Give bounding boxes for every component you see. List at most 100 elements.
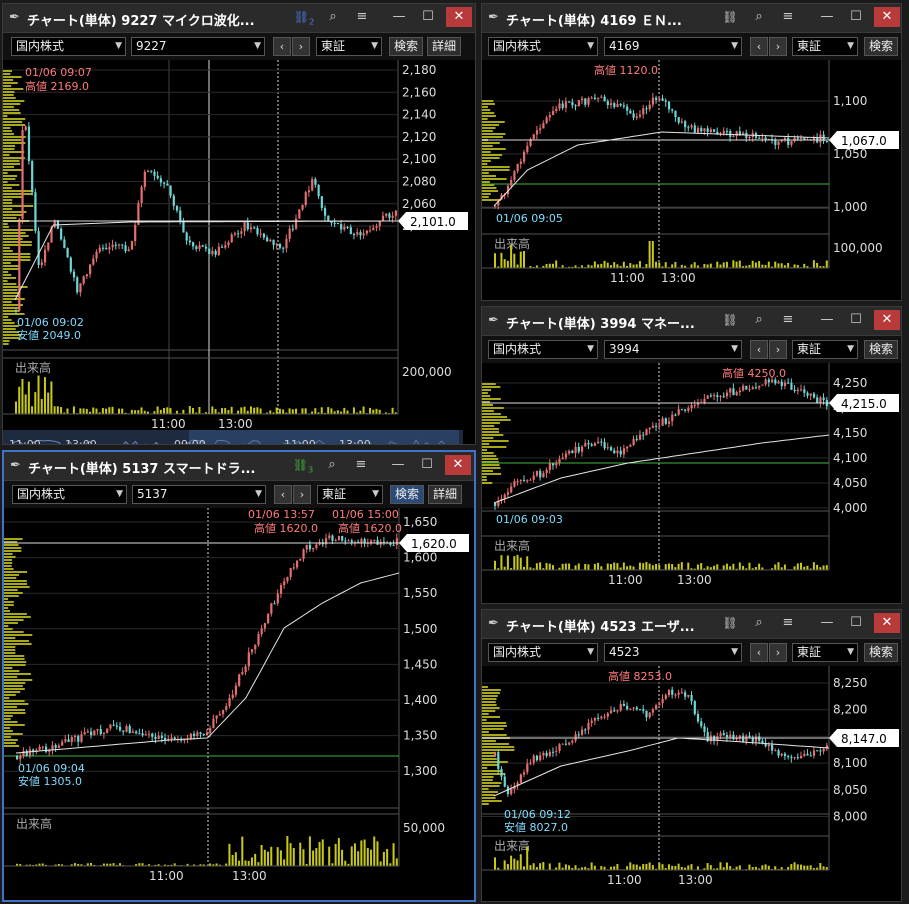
exchange-select[interactable]: 東証 ▼ [316, 37, 382, 56]
pin-icon[interactable]: ✒ [488, 616, 499, 631]
volume-profile-bar [482, 761, 508, 763]
search-button[interactable]: 検索 [389, 37, 423, 56]
detail-button[interactable]: 詳細 [427, 37, 461, 56]
search-icon[interactable]: ⌕ [747, 613, 771, 633]
close-icon[interactable]: ✕ [874, 310, 900, 330]
minimize-icon[interactable]: — [815, 310, 839, 330]
minimize-icon[interactable]: — [386, 455, 410, 475]
search-icon[interactable]: ⌕ [747, 310, 771, 330]
code-input[interactable]: 4169 ▼ [604, 37, 742, 56]
volume-bar [357, 851, 360, 866]
pin-icon[interactable]: ✒ [488, 313, 499, 328]
prev-button[interactable]: ‹ [273, 37, 291, 56]
menu-icon[interactable]: ≡ [776, 310, 800, 330]
moving-average-line [493, 737, 830, 797]
market-select[interactable]: 国内株式 ▼ [488, 643, 598, 662]
maximize-icon[interactable]: ☐ [416, 7, 440, 27]
candle-body [606, 447, 609, 449]
maximize-icon[interactable]: ☐ [415, 455, 439, 475]
pin-icon[interactable]: ✒ [488, 10, 499, 25]
maximize-icon[interactable]: ☐ [844, 310, 868, 330]
minimize-icon[interactable]: — [387, 7, 411, 27]
link-icon[interactable]: ⛓ [718, 310, 742, 330]
volume-bar [667, 864, 670, 870]
market-select[interactable]: 国内株式 ▼ [11, 37, 126, 56]
search-button[interactable]: 検索 [390, 485, 424, 504]
prev-button[interactable]: ‹ [750, 643, 768, 662]
next-button[interactable]: › [293, 485, 311, 504]
next-button[interactable]: › [769, 643, 787, 662]
link-icon[interactable]: ⛓2 [292, 7, 316, 27]
candle-body [34, 192, 37, 232]
code-input[interactable]: 5137 ▼ [132, 485, 266, 504]
pin-icon[interactable]: ✒ [9, 10, 20, 25]
menu-icon[interactable]: ≡ [350, 7, 374, 27]
code-input[interactable]: 4523 ▼ [604, 643, 742, 662]
exchange-select[interactable]: 東証 ▼ [792, 340, 858, 359]
price-chart[interactable]: 1,650 1,600 1,550 1,500 1,450 1,400 1,350 1,300… [4, 508, 474, 900]
candle-body [603, 96, 606, 102]
prev-button[interactable]: ‹ [750, 340, 768, 359]
candle-body [626, 705, 629, 710]
search-icon[interactable]: ⌕ [747, 7, 771, 27]
prev-button[interactable]: ‹ [750, 37, 768, 56]
detail-button[interactable]: 詳細 [428, 485, 462, 504]
prev-button[interactable]: ‹ [274, 485, 292, 504]
market-select[interactable]: 国内株式 ▼ [488, 340, 598, 359]
exchange-select[interactable]: 東証 ▼ [317, 485, 383, 504]
close-icon[interactable]: ✕ [445, 455, 471, 475]
pin-icon[interactable]: ✒ [10, 458, 21, 473]
menu-icon[interactable]: ≡ [349, 455, 373, 475]
candle-body [700, 721, 703, 727]
next-button[interactable]: › [769, 340, 787, 359]
market-select[interactable]: 国内株式 ▼ [488, 37, 598, 56]
close-icon[interactable]: ✕ [874, 613, 900, 633]
candle-body [816, 397, 819, 404]
price-chart[interactable]: 2,1802,1602,1402,1202,1002,0802,0602,040… [3, 60, 473, 444]
price-chart[interactable]: 4,2504,2004,1504,1004,0504,0004,215.0高値 … [482, 363, 901, 603]
menu-icon[interactable]: ≡ [776, 7, 800, 27]
title-bar[interactable]: ✒ チャート(単体) 9227 マイクロ波化... ⛓2 ⌕ ≡ — ☐ ✕ [3, 4, 475, 33]
volume-profile-bar [4, 571, 28, 573]
title-bar[interactable]: ✒ チャート(単体) 4523 エーザ... ⛓ ⌕ ≡ — ☐ ✕ [482, 610, 901, 639]
volume-bar [713, 565, 716, 570]
maximize-icon[interactable]: ☐ [844, 613, 868, 633]
exchange-select[interactable]: 東証 ▼ [792, 37, 858, 56]
next-button[interactable]: › [292, 37, 310, 56]
minimize-icon[interactable]: — [815, 7, 839, 27]
candle-body [774, 139, 777, 145]
maximize-icon[interactable]: ☐ [844, 7, 868, 27]
link-icon[interactable]: ⛓ [718, 7, 742, 27]
search-button[interactable]: 検索 [864, 37, 898, 56]
search-button[interactable]: 検索 [864, 643, 898, 662]
title-bar[interactable]: ✒ チャート(単体) 5137 スマートドラ... ⛓3 ⌕ ≡ — ☐ ✕ [4, 452, 474, 481]
price-chart[interactable]: 8,2508,2008,1508,1008,0508,0008,147.0高値 … [482, 666, 901, 901]
volume-bar [37, 375, 40, 414]
price-chart[interactable]: 1,100 1,050 1,000 1,067.0 高値 1120.0 01/06 09:… [482, 60, 901, 300]
market-select[interactable]: 国内株式 ▼ [12, 485, 127, 504]
link-icon[interactable]: ⛓3 [291, 455, 315, 475]
chart-window-3994: ✒ チャート(単体) 3994 マネー... ⛓ ⌕ ≡ — ☐ ✕ 国内株式 ▼… [481, 306, 902, 604]
code-input[interactable]: 3994 ▼ [604, 340, 742, 359]
search-icon[interactable]: ⌕ [321, 7, 345, 27]
candle-body [349, 227, 352, 235]
candle-body [551, 111, 555, 116]
candle-body [510, 788, 513, 795]
close-icon[interactable]: ✕ [874, 7, 900, 27]
exchange-select[interactable]: 東証 ▼ [792, 643, 858, 662]
link-icon[interactable]: ⛓ [718, 613, 742, 633]
code-input[interactable]: 9227 ▼ [131, 37, 265, 56]
close-icon[interactable]: ✕ [446, 7, 472, 27]
search-icon[interactable]: ⌕ [320, 455, 344, 475]
candle-body [392, 544, 395, 546]
volume-profile-bar [4, 568, 14, 570]
title-bar[interactable]: ✒ チャート(単体) 3994 マネー... ⛓ ⌕ ≡ — ☐ ✕ [482, 307, 901, 336]
menu-icon[interactable]: ≡ [776, 613, 800, 633]
search-button[interactable]: 検索 [864, 340, 898, 359]
minimize-icon[interactable]: — [815, 613, 839, 633]
candle-body [796, 137, 799, 139]
next-button[interactable]: › [769, 37, 787, 56]
title-bar[interactable]: ✒ チャート(単体) 4169 ＥＮ... ⛓ ⌕ ≡ — ☐ ✕ [482, 4, 901, 33]
volume-bar [494, 253, 496, 268]
volume-bar [327, 407, 330, 414]
